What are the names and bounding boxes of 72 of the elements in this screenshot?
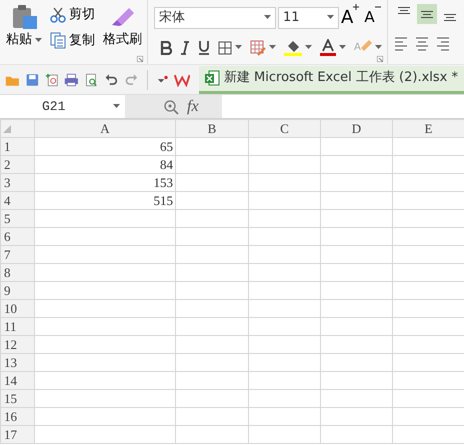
document-tab[interactable]: 新建 Microsoft Excel 工作表 (2).xlsx * (198, 66, 464, 94)
name-box[interactable]: G21 (0, 95, 125, 118)
borders-icon[interactable] (218, 40, 232, 54)
table-cell[interactable]: 153 (34, 174, 176, 192)
table-cell[interactable]: 515 (34, 192, 176, 210)
caret-icon[interactable] (269, 45, 276, 50)
align-icon (398, 7, 410, 14)
shrink-font-button[interactable]: A (364, 6, 381, 29)
row-header[interactable]: 14 (0, 372, 34, 390)
caret-icon[interactable] (374, 45, 382, 50)
row-header[interactable]: 6 (0, 228, 34, 246)
paste-button[interactable]: 粘贴 (6, 32, 42, 48)
dialog-launcher-icon[interactable] (377, 56, 383, 62)
row-header[interactable]: 8 (0, 264, 34, 282)
column-header[interactable]: D (320, 120, 392, 138)
vertical-align-button[interactable] (417, 4, 437, 24)
scissors-icon (50, 7, 66, 23)
formula-input[interactable] (222, 95, 464, 118)
caret-icon[interactable] (35, 38, 42, 42)
table-cell[interactable]: 65 (34, 138, 176, 156)
copy-button[interactable]: 复制 (50, 32, 95, 49)
caret-icon[interactable] (327, 15, 334, 20)
align-icon[interactable] (394, 36, 408, 52)
column-header[interactable]: A (34, 120, 176, 138)
minus-icon (374, 6, 381, 8)
align-icon[interactable] (415, 36, 429, 52)
caret-icon[interactable] (113, 104, 120, 109)
align-icon[interactable] (436, 36, 450, 52)
eraser-icon (360, 40, 372, 51)
row-header[interactable]: 11 (0, 318, 34, 336)
clipboard-icon[interactable] (10, 4, 38, 30)
caret-icon[interactable] (339, 45, 346, 50)
dialog-launcher-icon[interactable] (137, 56, 143, 62)
table-cell[interactable]: 84 (34, 156, 176, 174)
caret-icon[interactable] (235, 45, 242, 50)
row-header[interactable]: 12 (0, 336, 34, 354)
row-header[interactable]: 9 (0, 282, 34, 300)
align-icon (444, 14, 456, 21)
caret-icon[interactable] (305, 45, 312, 50)
row-header[interactable]: 5 (0, 210, 34, 228)
underline-icon[interactable] (198, 40, 210, 55)
row-header[interactable]: 1 (0, 138, 34, 156)
font-size-dropdown[interactable]: 11 (278, 6, 339, 28)
function-button[interactable]: fx (187, 94, 199, 118)
plus-icon (353, 4, 360, 10)
row-header[interactable]: 7 (0, 246, 34, 264)
copy-icon (50, 32, 66, 49)
column-header[interactable]: C (248, 120, 320, 138)
bold-icon[interactable] (160, 40, 172, 54)
column-header[interactable]: E (392, 120, 464, 138)
align-icon (421, 10, 433, 18)
cell-style-icon[interactable] (250, 40, 266, 56)
row-header[interactable]: 4 (0, 192, 34, 210)
row-header[interactable]: 3 (0, 174, 34, 192)
row-header[interactable]: 17 (0, 426, 34, 444)
zoom-icon[interactable] (163, 98, 179, 114)
caret-icon[interactable] (264, 15, 271, 20)
row-header[interactable]: 2 (0, 156, 34, 174)
corner-triangle-icon (3, 124, 11, 132)
row-header[interactable]: 15 (0, 390, 34, 408)
fill-bucket-icon[interactable] (284, 39, 302, 56)
cut-button[interactable]: 剪切 (50, 7, 95, 23)
row-header[interactable]: 10 (0, 300, 34, 318)
grow-font-button[interactable]: A (341, 4, 360, 31)
row-header[interactable]: 16 (0, 408, 34, 426)
italic-icon[interactable] (180, 40, 190, 54)
column-header[interactable]: B (176, 120, 248, 138)
font-name-dropdown[interactable]: 宋体 (154, 6, 276, 28)
spreadsheet-icon (204, 70, 220, 86)
row-header[interactable]: 13 (0, 354, 34, 372)
font-color-icon[interactable] (320, 39, 336, 56)
format-painter-button[interactable]: 格式刷 (103, 4, 142, 48)
